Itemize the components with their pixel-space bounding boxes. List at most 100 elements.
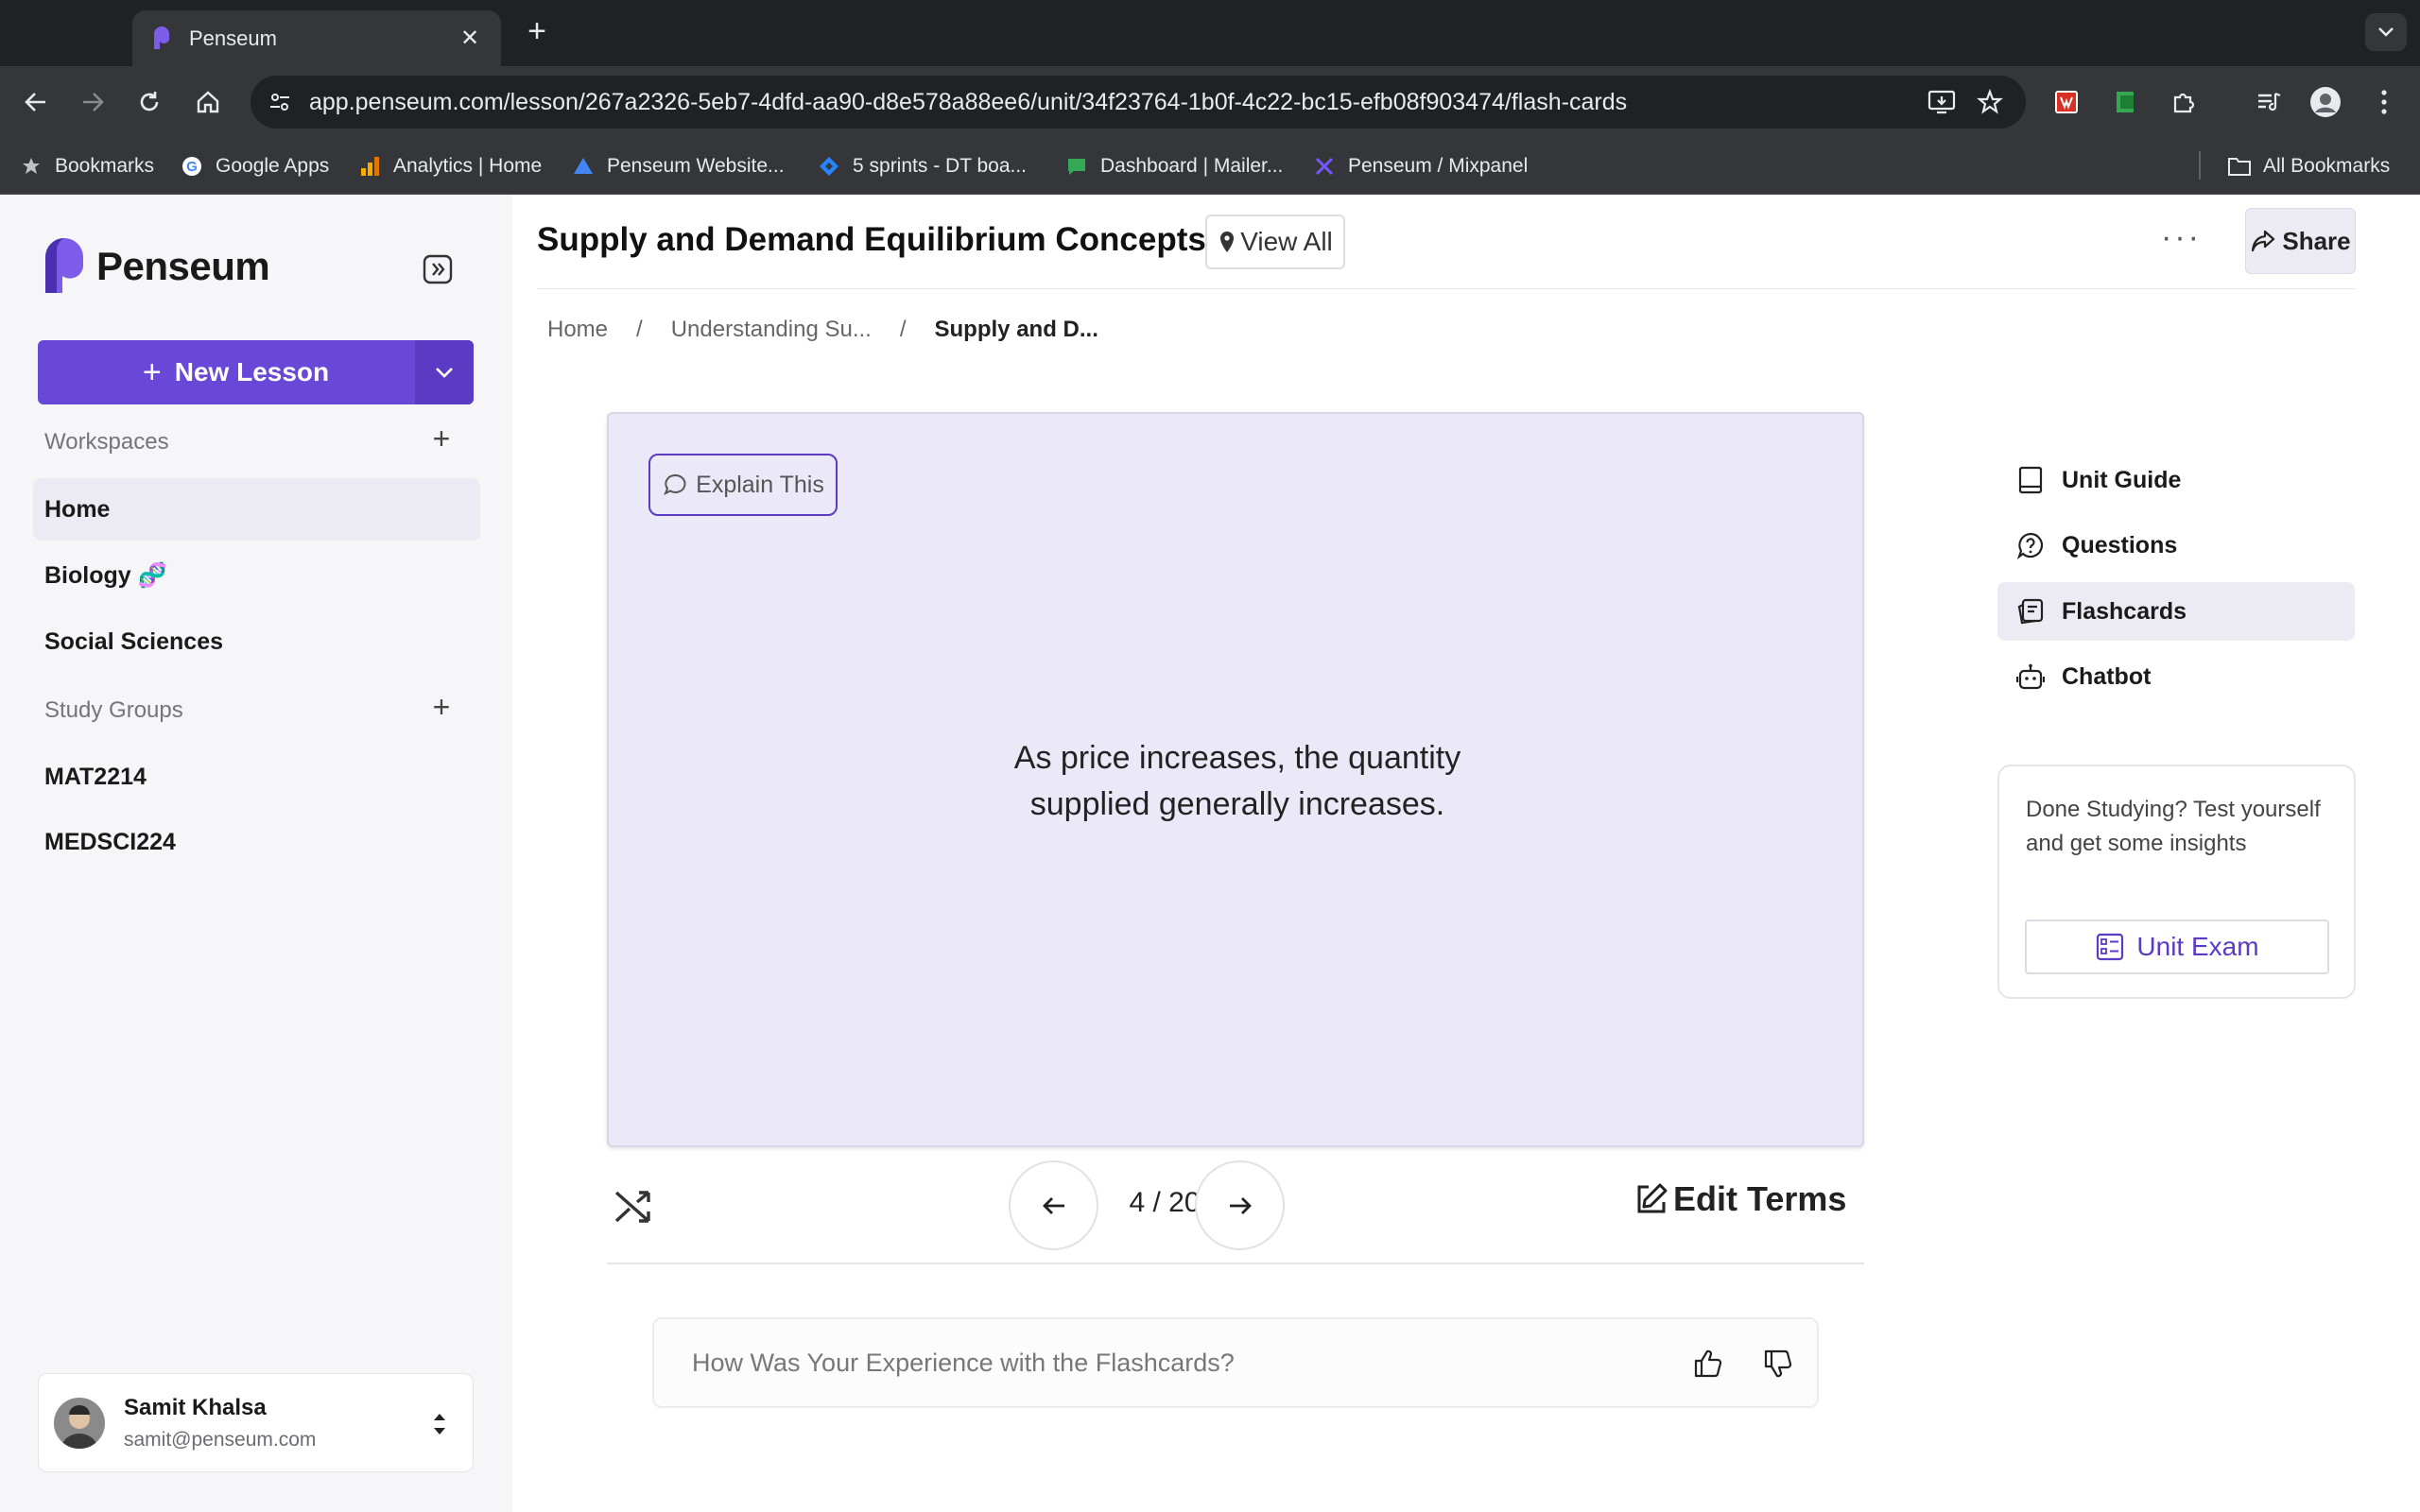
- tab-close-icon[interactable]: ✕: [456, 25, 484, 52]
- feedback-bar: How Was Your Experience with the Flashca…: [652, 1317, 1819, 1408]
- new-lesson-button[interactable]: + New Lesson: [38, 340, 474, 404]
- back-arrow-icon[interactable]: [17, 83, 55, 121]
- previous-card-button[interactable]: [1009, 1160, 1098, 1250]
- tab-title: Penseum: [189, 26, 277, 50]
- folder-icon: [2227, 154, 2252, 179]
- chat-bubble-icon: [664, 473, 686, 496]
- extension-red-icon[interactable]: [2048, 83, 2085, 121]
- header-divider: [537, 288, 2356, 289]
- sidebar: Penseum + New Lesson Workspaces + Home B…: [0, 195, 512, 1512]
- extensions-puzzle-icon[interactable]: [2165, 83, 2203, 121]
- flashcards-icon: [2016, 597, 2045, 626]
- breadcrumb-lesson[interactable]: Understanding Su...: [671, 317, 872, 343]
- shuffle-icon[interactable]: [611, 1183, 658, 1230]
- site-settings-icon[interactable]: [268, 90, 292, 114]
- feedback-question: How Was Your Experience with the Flashca…: [692, 1348, 1235, 1377]
- bookmark-label: Google Apps: [216, 155, 330, 177]
- share-button[interactable]: Share: [2245, 208, 2356, 274]
- nav-questions[interactable]: Questions: [1997, 516, 2355, 575]
- mailer-icon: [1064, 154, 1089, 179]
- logo[interactable]: Penseum: [43, 238, 270, 295]
- new-lesson-dropdown[interactable]: [415, 340, 474, 404]
- new-tab-plus-icon[interactable]: +: [518, 13, 556, 50]
- thumbs-down-icon[interactable]: [1762, 1348, 1794, 1380]
- install-app-icon[interactable]: [1927, 89, 1956, 115]
- browser-tab-strip: Penseum ✕ +: [0, 0, 2420, 66]
- bookmark-item[interactable]: Penseum Website...: [571, 153, 785, 180]
- bookmark-item[interactable]: Bookmarks: [19, 153, 154, 180]
- question-circle-icon: [2016, 531, 2045, 559]
- penseum-favicon-icon: [154, 26, 169, 49]
- flashcard[interactable]: Explain This As price increases, the qua…: [607, 412, 1864, 1147]
- nav-unit-guide[interactable]: Unit Guide: [1997, 451, 2355, 509]
- chevron-up-down-icon[interactable]: [431, 1410, 448, 1438]
- browser-tab[interactable]: Penseum ✕: [132, 10, 501, 66]
- bookmark-item[interactable]: G Google Apps: [180, 153, 329, 180]
- breadcrumb-home[interactable]: Home: [547, 317, 608, 343]
- user-card[interactable]: Samit Khalsa samit@penseum.com: [38, 1373, 474, 1472]
- browser-menu-icon[interactable]: [2365, 83, 2403, 121]
- flashcard-controls: 4 / 20 Edit Terms: [607, 1159, 1864, 1263]
- tab-search-chevron-icon[interactable]: [2365, 13, 2407, 51]
- sidebar-item-medsci224[interactable]: MEDSCI224: [33, 811, 480, 873]
- bookmark-label: Penseum Website...: [607, 155, 785, 177]
- user-name: Samit Khalsa: [124, 1394, 267, 1420]
- forward-arrow-icon[interactable]: [74, 83, 112, 121]
- unit-exam-button[interactable]: Unit Exam: [2025, 919, 2329, 974]
- unit-exam-card: Done Studying? Test yourself and get som…: [1997, 765, 2356, 999]
- collapse-sidebar-icon[interactable]: [422, 253, 454, 285]
- more-options-icon[interactable]: ···: [2161, 219, 2202, 256]
- breadcrumb-current: Supply and D...: [934, 317, 1098, 342]
- url-text: app.penseum.com/lesson/267a2326-5eb7-4df…: [309, 88, 1628, 115]
- share-label: Share: [2282, 226, 2351, 255]
- nav-chatbot[interactable]: Chatbot: [1997, 647, 2355, 706]
- bookmark-label: Penseum / Mixpanel: [1348, 155, 1529, 177]
- thumbs-up-icon[interactable]: [1692, 1348, 1724, 1380]
- logo-text: Penseum: [96, 244, 270, 288]
- bookmark-label: Bookmarks: [55, 155, 155, 177]
- controls-divider: [607, 1263, 1864, 1264]
- sidebar-item-social-sciences[interactable]: Social Sciences: [33, 610, 480, 673]
- bookmark-label: Analytics | Home: [393, 155, 543, 177]
- chevron-down-icon: [436, 368, 453, 378]
- profile-avatar-icon[interactable]: [2307, 83, 2344, 121]
- breadcrumb-separator: /: [899, 317, 907, 342]
- add-study-group-plus-icon[interactable]: +: [427, 690, 456, 725]
- edit-terms-button[interactable]: Edit Terms: [1634, 1179, 1846, 1219]
- bookmark-item[interactable]: 5 sprints - DT boa...: [817, 153, 1027, 180]
- map-pin-icon: [1220, 232, 1235, 252]
- view-all-button[interactable]: View All: [1205, 215, 1345, 269]
- sidebar-item-biology[interactable]: Biology 🧬: [33, 544, 480, 607]
- nav-questions-label: Questions: [2062, 531, 2178, 558]
- home-icon[interactable]: [189, 83, 227, 121]
- jira-icon: [817, 154, 841, 179]
- bookmark-item[interactable]: Penseum / Mixpanel: [1312, 153, 1528, 180]
- star-icon: [19, 154, 43, 179]
- workspaces-heading: Workspaces: [44, 429, 169, 455]
- all-bookmarks[interactable]: All Bookmarks: [2227, 153, 2390, 180]
- bookmark-star-icon[interactable]: [1977, 89, 2003, 115]
- sidebar-item-home[interactable]: Home: [33, 478, 480, 541]
- avatar: [54, 1397, 105, 1449]
- add-workspace-plus-icon[interactable]: +: [427, 421, 456, 456]
- bookmark-item[interactable]: Analytics | Home: [357, 153, 542, 180]
- address-bar[interactable]: app.penseum.com/lesson/267a2326-5eb7-4df…: [251, 76, 2026, 129]
- extension-green-icon[interactable]: [2106, 83, 2144, 121]
- new-lesson-main[interactable]: + New Lesson: [38, 340, 415, 404]
- google-icon: G: [180, 154, 204, 179]
- sidebar-item-mat2214[interactable]: MAT2214: [33, 746, 480, 808]
- browser-toolbar: app.penseum.com/lesson/267a2326-5eb7-4df…: [0, 66, 2420, 138]
- arrow-right-icon: [1229, 1196, 1252, 1214]
- penseum-logo-icon: [45, 238, 83, 293]
- bookmark-item[interactable]: Dashboard | Mailer...: [1064, 153, 1283, 180]
- edit-pencil-icon: [1637, 1183, 1668, 1213]
- media-queue-icon[interactable]: [2250, 83, 2288, 121]
- view-all-label: View All: [1240, 227, 1333, 256]
- nav-flashcards[interactable]: Flashcards: [1997, 582, 2355, 641]
- exam-sheet-icon: [2097, 933, 2124, 961]
- explain-this-button[interactable]: Explain This: [648, 454, 838, 516]
- next-card-button[interactable]: [1195, 1160, 1285, 1250]
- reload-icon[interactable]: [130, 83, 168, 121]
- flashcard-text-line: As price increases, the quantity: [1013, 740, 1461, 776]
- bookmarks-bar: Bookmarks G Google Apps Analytics | Home…: [0, 138, 2420, 195]
